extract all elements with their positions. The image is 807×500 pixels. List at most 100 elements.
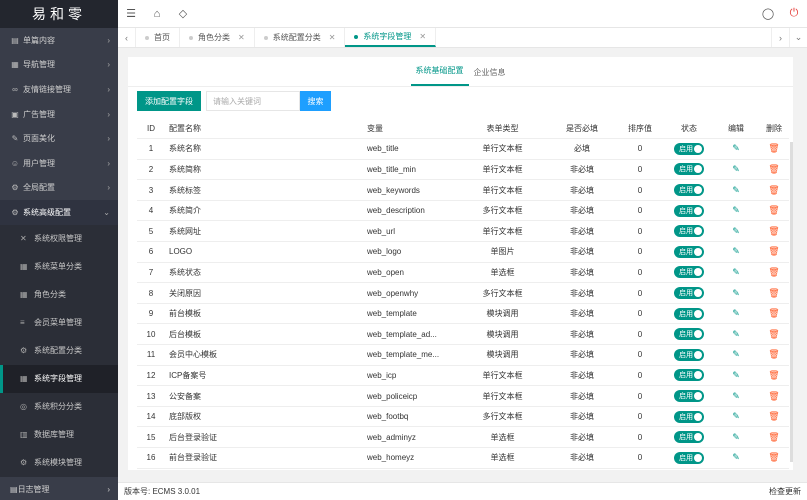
status-toggle[interactable]: 启用 (674, 184, 704, 197)
home-icon[interactable]: ⌂ (144, 8, 170, 20)
cell-form-type: 多行文本框 (456, 200, 549, 222)
tabs-next-icon[interactable]: › (771, 28, 789, 47)
status-toggle[interactable]: 启用 (674, 348, 704, 361)
sidebar-subitem-2[interactable]: ▦ 角色分类 (0, 281, 118, 309)
status-toggle[interactable]: 启用 (674, 142, 704, 155)
trash-icon[interactable]: 🗑 (768, 164, 779, 174)
sidebar-subitem-7[interactable]: ▥ 数据库管理 (0, 421, 118, 449)
status-toggle[interactable]: 启用 (674, 328, 704, 341)
status-toggle[interactable]: 启用 (674, 163, 704, 176)
cell-id: 6 (137, 241, 165, 263)
sidebar-subitem-6[interactable]: ◎ 系统积分分类 (0, 393, 118, 421)
trash-icon[interactable]: 🗑 (768, 288, 779, 298)
trash-icon[interactable]: 🗑 (768, 226, 779, 236)
tab-system-config-category[interactable]: 系统配置分类 ✕ (255, 28, 346, 47)
trash-icon[interactable]: 🗑 (768, 267, 779, 277)
sidebar-item-6[interactable]: ⚙ 全局配置 › (0, 176, 118, 201)
trash-icon[interactable]: 🗑 (768, 308, 779, 318)
chevron-right-icon: › (107, 35, 110, 45)
search-button[interactable]: 搜索 (300, 91, 331, 111)
user-avatar-icon[interactable]: ◯ (755, 7, 781, 20)
trash-icon[interactable]: 🗑 (768, 205, 779, 215)
edit-icon[interactable]: ✎ (732, 164, 740, 174)
trash-icon[interactable]: 🗑 (768, 391, 779, 401)
clear-cache-icon[interactable]: ◇ (170, 7, 196, 20)
edit-icon[interactable]: ✎ (732, 185, 740, 195)
trash-icon[interactable]: 🗑 (768, 185, 779, 195)
add-config-field-button[interactable]: 添加配置字段 (137, 91, 201, 111)
power-icon[interactable]: ⏻ (781, 7, 807, 20)
menu-toggle-icon[interactable]: ☰ (118, 7, 144, 20)
edit-icon[interactable]: ✎ (732, 411, 740, 421)
sidebar-item-2[interactable]: ∞ 友情链接管理 › (0, 77, 118, 102)
cell-id: 16 (137, 447, 165, 469)
sidebar-item-3[interactable]: ▣ 广告管理 › (0, 102, 118, 127)
subtab-company-info[interactable]: 企业信息 (469, 67, 511, 86)
trash-icon[interactable]: 🗑 (768, 370, 779, 380)
close-icon[interactable]: ✕ (329, 33, 336, 42)
cell-variable: web_footbq (363, 406, 456, 428)
edit-icon[interactable]: ✎ (732, 288, 740, 298)
edit-icon[interactable]: ✎ (732, 370, 740, 380)
check-update-link[interactable]: 检查更新 (769, 486, 801, 497)
tabs-more-icon[interactable]: ⌄ (789, 28, 807, 47)
sidebar-subitem-1[interactable]: ▦ 系统菜单分类 (0, 253, 118, 281)
status-toggle[interactable]: 启用 (674, 225, 704, 238)
subtab-basic-config[interactable]: 系统基础配置 (410, 65, 469, 86)
edit-icon[interactable]: ✎ (732, 246, 740, 256)
sidebar-item-1[interactable]: ▦ 导航管理 › (0, 53, 118, 78)
edit-icon[interactable]: ✎ (732, 349, 740, 359)
tab-system-field-management[interactable]: 系统字段管理 ✕ (345, 28, 437, 47)
sidebar-subitem-4[interactable]: ⚙ 系统配置分类 (0, 337, 118, 365)
edit-icon[interactable]: ✎ (732, 308, 740, 318)
status-toggle[interactable]: 启用 (674, 266, 704, 279)
tab-home[interactable]: 首页 (136, 28, 180, 47)
status-toggle[interactable]: 启用 (674, 410, 704, 423)
sidebar-subitem-3[interactable]: ≡ 会员菜单管理 (0, 309, 118, 337)
app-logo[interactable]: 易和零 (0, 0, 118, 28)
status-toggle[interactable]: 启用 (674, 245, 704, 258)
sidebar-item-logs[interactable]: ▤ 日志管理 › (0, 478, 118, 500)
status-toggle[interactable]: 启用 (674, 369, 704, 382)
status-toggle[interactable]: 启用 (674, 451, 704, 464)
sidebar-item-0[interactable]: ▤ 单篇内容 › (0, 28, 118, 53)
cell-edit: ✎ (713, 385, 759, 407)
status-toggle[interactable]: 启用 (674, 204, 704, 217)
cell-delete: 🗑 (759, 447, 789, 469)
close-icon[interactable]: ✕ (238, 33, 245, 42)
trash-icon[interactable]: 🗑 (768, 452, 779, 462)
cell-edit: ✎ (713, 406, 759, 428)
edit-icon[interactable]: ✎ (732, 452, 740, 462)
sidebar-subitem-5[interactable]: ▦ 系统字段管理 (0, 364, 118, 393)
edit-icon[interactable]: ✎ (732, 205, 740, 215)
gear-icon: ⚙ (20, 458, 28, 468)
edit-icon[interactable]: ✎ (732, 432, 740, 442)
cell-name: 公安备案 (165, 385, 363, 407)
table-scrollbar[interactable] (790, 142, 793, 462)
search-input[interactable] (206, 91, 300, 111)
tabs-prev-icon[interactable]: ‹ (118, 28, 136, 47)
trash-icon[interactable]: 🗑 (768, 411, 779, 421)
trash-icon[interactable]: 🗑 (768, 143, 779, 153)
edit-icon[interactable]: ✎ (732, 267, 740, 277)
edit-icon[interactable]: ✎ (732, 143, 740, 153)
sidebar-subitem-8[interactable]: ⚙ 系统模块管理 (0, 449, 118, 477)
tab-role-category[interactable]: 角色分类 ✕ (180, 28, 255, 47)
sidebar-item-7[interactable]: ⚙ 系统高级配置 ⌄ (0, 200, 118, 225)
status-toggle[interactable]: 启用 (674, 307, 704, 320)
sidebar-item-4[interactable]: ✎ 页面美化 › (0, 126, 118, 151)
edit-icon[interactable]: ✎ (732, 226, 740, 236)
status-toggle[interactable]: 启用 (674, 390, 704, 403)
edit-icon[interactable]: ✎ (732, 329, 740, 339)
trash-icon[interactable]: 🗑 (768, 349, 779, 359)
sidebar-subitem-0[interactable]: ✕ 系统权限管理 (0, 225, 118, 253)
cell-sort: 0 (615, 179, 665, 201)
trash-icon[interactable]: 🗑 (768, 246, 779, 256)
trash-icon[interactable]: 🗑 (768, 329, 779, 339)
trash-icon[interactable]: 🗑 (768, 432, 779, 442)
close-icon[interactable]: ✕ (419, 32, 426, 41)
status-toggle[interactable]: 启用 (674, 287, 704, 300)
status-toggle[interactable]: 启用 (674, 431, 704, 444)
sidebar-item-5[interactable]: ☺ 用户管理 › (0, 151, 118, 176)
edit-icon[interactable]: ✎ (732, 391, 740, 401)
